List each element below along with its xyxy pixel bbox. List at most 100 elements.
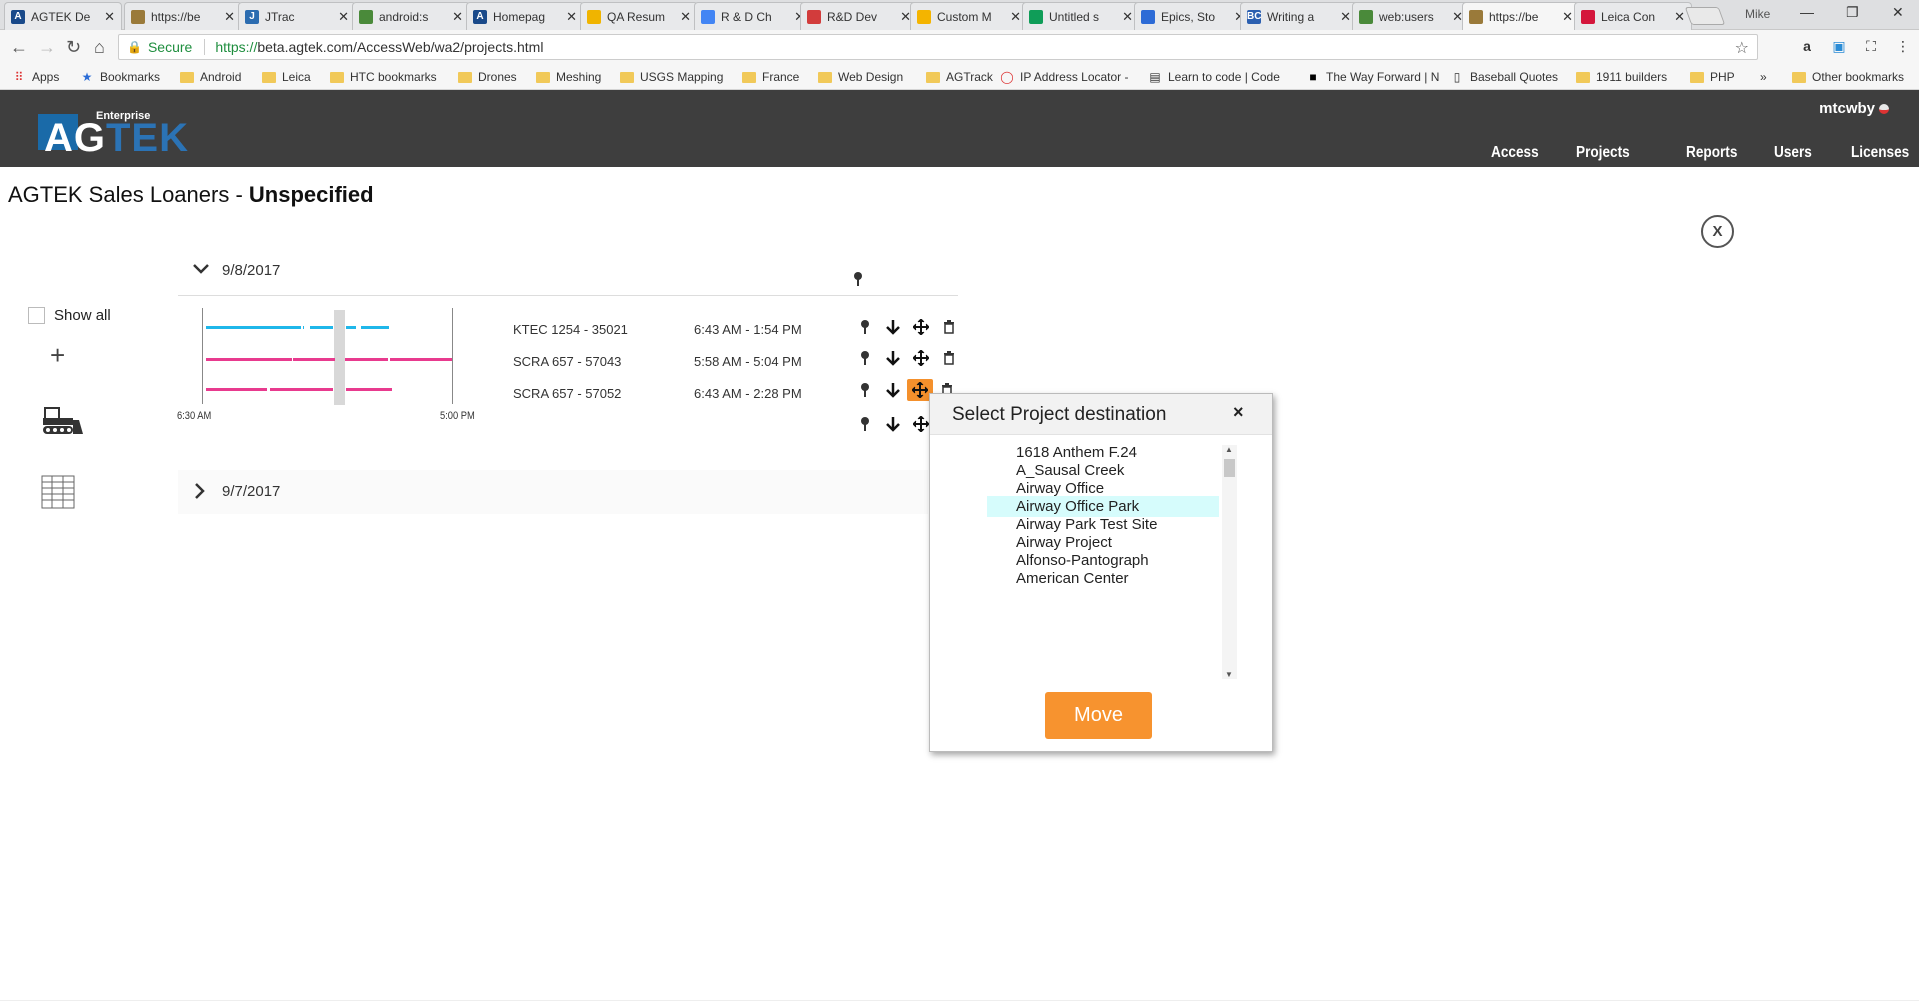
project-list-scrollbar[interactable]: ▲ ▼ [1222,445,1237,679]
bookmark-item[interactable]: ▯ Baseball Quotes [1450,70,1558,84]
bookmark-item[interactable]: ◯ IP Address Locator - [1000,70,1128,84]
browser-tab[interactable]: QA Resum ✕ [580,2,698,30]
map-pin-icon[interactable] [851,379,879,401]
date-group-header[interactable]: 9/8/2017 [178,256,958,296]
map-pin-icon[interactable] [851,413,879,435]
timeline-segment[interactable] [206,326,301,329]
bookmark-item[interactable]: ▤ Learn to code | Code [1148,70,1280,84]
bookmark-item[interactable]: Web Design [818,70,903,84]
tab-close-icon[interactable]: ✕ [452,9,463,25]
chevron-down-icon[interactable] [192,262,210,280]
timeline-segment[interactable] [206,358,292,361]
bookmark-item[interactable]: Meshing [536,70,601,84]
download-arrow-icon[interactable] [879,379,907,401]
timeline-segment[interactable] [346,326,356,329]
nav-access[interactable]: Access [1491,144,1539,162]
browser-tab[interactable]: BC Writing a ✕ [1240,2,1358,30]
browser-tab[interactable]: A AGTEK De ✕ [4,2,122,30]
tab-close-icon[interactable]: ✕ [224,9,235,25]
back-icon[interactable]: ← [10,37,28,58]
timeline-segment[interactable] [206,388,266,391]
nav-licenses[interactable]: Licenses [1851,144,1909,162]
date-group-header[interactable]: 9/7/2017 [178,470,928,514]
download-arrow-icon[interactable] [879,413,907,435]
bookmark-item[interactable]: Leica [262,70,311,84]
browser-tab[interactable]: R & D Ch✕ [694,2,812,30]
bookmark-item[interactable]: Android [180,70,241,84]
browser-tab[interactable]: Epics, Sto✕ [1134,2,1252,30]
browser-tab[interactable]: https://be ✕ [124,2,242,30]
bookmark-item[interactable]: 1911 builders [1576,70,1667,84]
browser-tab[interactable]: Leica Con ✕ [1574,2,1692,30]
move-icon[interactable] [907,347,935,369]
browser-tab[interactable]: android:s ✕ [352,2,470,30]
browser-tab[interactable]: Untitled s ✕ [1022,2,1140,30]
timeline-segment[interactable] [270,388,333,391]
restore-icon[interactable]: ❐ [1846,4,1859,21]
timeline-segment[interactable] [345,358,388,361]
bookmark-item[interactable]: Other bookmarks [1792,70,1904,84]
reload-icon[interactable]: ↻ [66,37,81,58]
nav-users[interactable]: Users [1774,144,1812,162]
screenshot-extension-icon[interactable]: ⛶ [1862,38,1880,56]
table-view-icon[interactable] [41,475,75,509]
bookmark-item[interactable]: HTC bookmarks [330,70,437,84]
chevron-right-icon[interactable] [194,482,206,505]
tab-close-icon[interactable]: ✕ [1562,9,1573,25]
project-list-item[interactable]: American Center [987,568,1219,589]
browser-tab[interactable]: J JTrac ✕ [238,2,356,30]
timeline-segment[interactable] [361,326,389,329]
close-page-button[interactable]: X [1701,215,1734,248]
bookmark-item[interactable]: AGTrack [926,70,993,84]
timeline-current-marker[interactable] [334,310,345,405]
map-pin-icon[interactable] [851,316,879,338]
tab-close-icon[interactable]: ✕ [1340,9,1351,25]
map-pin-icon[interactable] [851,347,879,369]
tab-close-icon[interactable]: ✕ [1674,9,1685,25]
tab-close-icon[interactable]: ✕ [104,9,115,25]
trash-icon[interactable] [935,347,963,369]
home-icon[interactable]: ⌂ [94,37,105,58]
profile-name[interactable]: Mike [1745,7,1770,21]
tab-close-icon[interactable]: ✕ [680,9,691,25]
bookmark-item[interactable]: » [1760,70,1767,84]
bookmark-item[interactable]: PHP [1690,70,1735,84]
browser-tab[interactable]: Custom M ✕ [910,2,1028,30]
scroll-up-icon[interactable]: ▲ [1225,445,1233,454]
user-menu[interactable]: mtcwby [1819,100,1875,117]
download-arrow-icon[interactable] [879,347,907,369]
timeline-segment[interactable] [390,358,452,361]
tab-close-icon[interactable]: ✕ [338,9,349,25]
timeline-segment[interactable] [266,388,267,391]
bookmark-item[interactable]: France [742,70,799,84]
window-close-icon[interactable]: ✕ [1892,4,1904,21]
bookmark-item[interactable]: ⠿ Apps [12,70,60,84]
project-list[interactable]: 1618 Anthem F.24 A_Sausal Creek Airway Off… [987,444,1242,676]
trash-icon[interactable] [935,316,963,338]
tab-close-icon[interactable]: ✕ [566,9,577,25]
move-icon[interactable] [907,316,935,338]
nav-reports[interactable]: Reports [1686,144,1737,162]
timeline-segment[interactable] [310,326,333,329]
show-all-checkbox[interactable] [28,307,45,324]
bookmark-item[interactable]: ■ The Way Forward | N [1306,70,1439,84]
timeline-segment[interactable] [346,388,392,391]
nav-projects[interactable]: Projects [1576,144,1630,162]
forward-icon[interactable]: → [38,37,56,58]
bookmark-item[interactable]: Drones [458,70,517,84]
browser-tab[interactable]: A Homepag ✕ [466,2,584,30]
download-arrow-icon[interactable] [879,316,907,338]
browser-tab[interactable]: https://be ✕ [1462,2,1580,30]
dialog-close-icon[interactable]: × [1233,402,1244,423]
move-button[interactable]: Move [1045,692,1152,739]
map-pin-icon[interactable] [852,271,864,292]
new-tab-button[interactable] [1684,7,1726,25]
add-button[interactable]: + [50,340,65,371]
scroll-thumb[interactable] [1224,459,1235,477]
menu-icon[interactable]: ⋮ [1894,38,1912,56]
minimize-icon[interactable]: — [1800,4,1814,20]
tab-close-icon[interactable]: ✕ [1122,9,1133,25]
timeline-segment[interactable] [293,358,335,361]
bulldozer-icon[interactable] [41,406,85,436]
cast-extension-icon[interactable]: ▣ [1830,38,1848,56]
